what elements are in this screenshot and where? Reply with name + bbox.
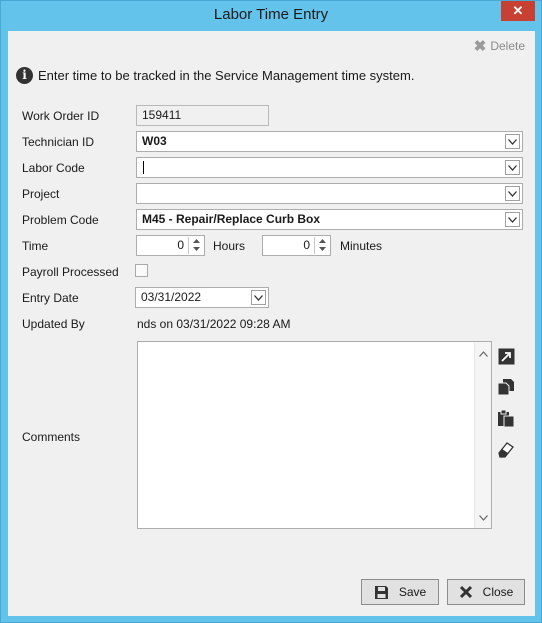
entry-date-picker[interactable]: 03/31/2022 (135, 287, 269, 308)
eraser-icon[interactable] (496, 439, 516, 459)
work-order-label: Work Order ID (22, 109, 100, 123)
x-icon: ✖ (473, 38, 487, 55)
entry-date-label: Entry Date (22, 291, 79, 305)
minutes-value: 0 (303, 238, 310, 252)
spin-down-icon[interactable] (189, 245, 203, 253)
chevron-down-icon[interactable] (251, 290, 266, 305)
info-text: Enter time to be tracked in the Service … (38, 68, 415, 83)
info-icon: i (16, 67, 33, 84)
save-icon (374, 585, 388, 599)
minutes-stepper[interactable]: 0 (262, 235, 331, 256)
close-icon (459, 585, 472, 599)
problem-code-dropdown[interactable]: M45 - Repair/Replace Curb Box (136, 209, 523, 230)
labor-time-entry-window: Labor Time Entry ✕ ✖ Delete i Enter time… (0, 0, 542, 623)
time-label: Time (22, 239, 49, 253)
scroll-up-icon[interactable] (479, 346, 488, 360)
project-dropdown[interactable] (136, 183, 523, 204)
comments-scrollbar[interactable] (474, 342, 491, 528)
technician-value: W03 (142, 134, 167, 148)
close-button[interactable]: Close (447, 579, 525, 605)
spin-up-icon[interactable] (189, 237, 203, 245)
close-label: Close (482, 585, 514, 599)
spin-down-icon[interactable] (315, 245, 329, 253)
chevron-down-icon[interactable] (505, 134, 520, 149)
comments-label: Comments (22, 430, 81, 444)
delete-button[interactable]: ✖ Delete (474, 37, 525, 55)
updated-by-label: Updated By (22, 317, 85, 331)
scroll-down-icon[interactable] (479, 510, 488, 524)
hours-value: 0 (177, 238, 184, 252)
window-close-button[interactable]: ✕ (501, 1, 535, 21)
hours-stepper[interactable]: 0 (136, 235, 205, 256)
updated-by-value: nds on 03/31/2022 09:28 AM (137, 317, 291, 331)
text-caret (143, 161, 144, 174)
problem-code-value: M45 - Repair/Replace Curb Box (142, 212, 321, 226)
delete-label: Delete (490, 39, 525, 53)
window-title: Labor Time Entry (213, 6, 329, 23)
labor-code-label: Labor Code (22, 161, 85, 175)
minutes-spin-buttons (314, 237, 329, 254)
save-label: Save (398, 585, 427, 599)
title-bar: Labor Time Entry ✕ (1, 1, 541, 31)
expand-icon[interactable] (496, 346, 516, 366)
copy-icon[interactable] (496, 377, 516, 397)
entry-date-value: 03/31/2022 (141, 290, 202, 304)
payroll-label: Payroll Processed (22, 265, 119, 279)
dialog-body: ✖ Delete i Enter time to be tracked in t… (8, 31, 535, 616)
work-order-value: 159411 (142, 108, 182, 122)
chevron-down-icon[interactable] (505, 212, 520, 227)
technician-dropdown[interactable]: W03 (136, 131, 523, 152)
chevron-down-icon[interactable] (505, 160, 520, 175)
minutes-label: Minutes (340, 239, 383, 253)
save-button[interactable]: Save (361, 579, 439, 605)
labor-code-dropdown[interactable] (136, 157, 523, 178)
payroll-processed-checkbox[interactable] (135, 264, 148, 277)
problem-code-label: Problem Code (22, 213, 99, 227)
info-message: i Enter time to be tracked in the Servic… (16, 67, 414, 84)
work-order-field: 159411 (136, 105, 269, 126)
chevron-down-icon[interactable] (505, 186, 520, 201)
project-label: Project (22, 187, 60, 201)
hours-spin-buttons (188, 237, 203, 254)
comments-textarea[interactable] (137, 341, 492, 529)
hours-label: Hours (213, 239, 246, 253)
close-icon: ✕ (512, 3, 524, 18)
technician-label: Technician ID (22, 135, 95, 149)
paste-icon[interactable] (496, 408, 516, 428)
spin-up-icon[interactable] (315, 237, 329, 245)
